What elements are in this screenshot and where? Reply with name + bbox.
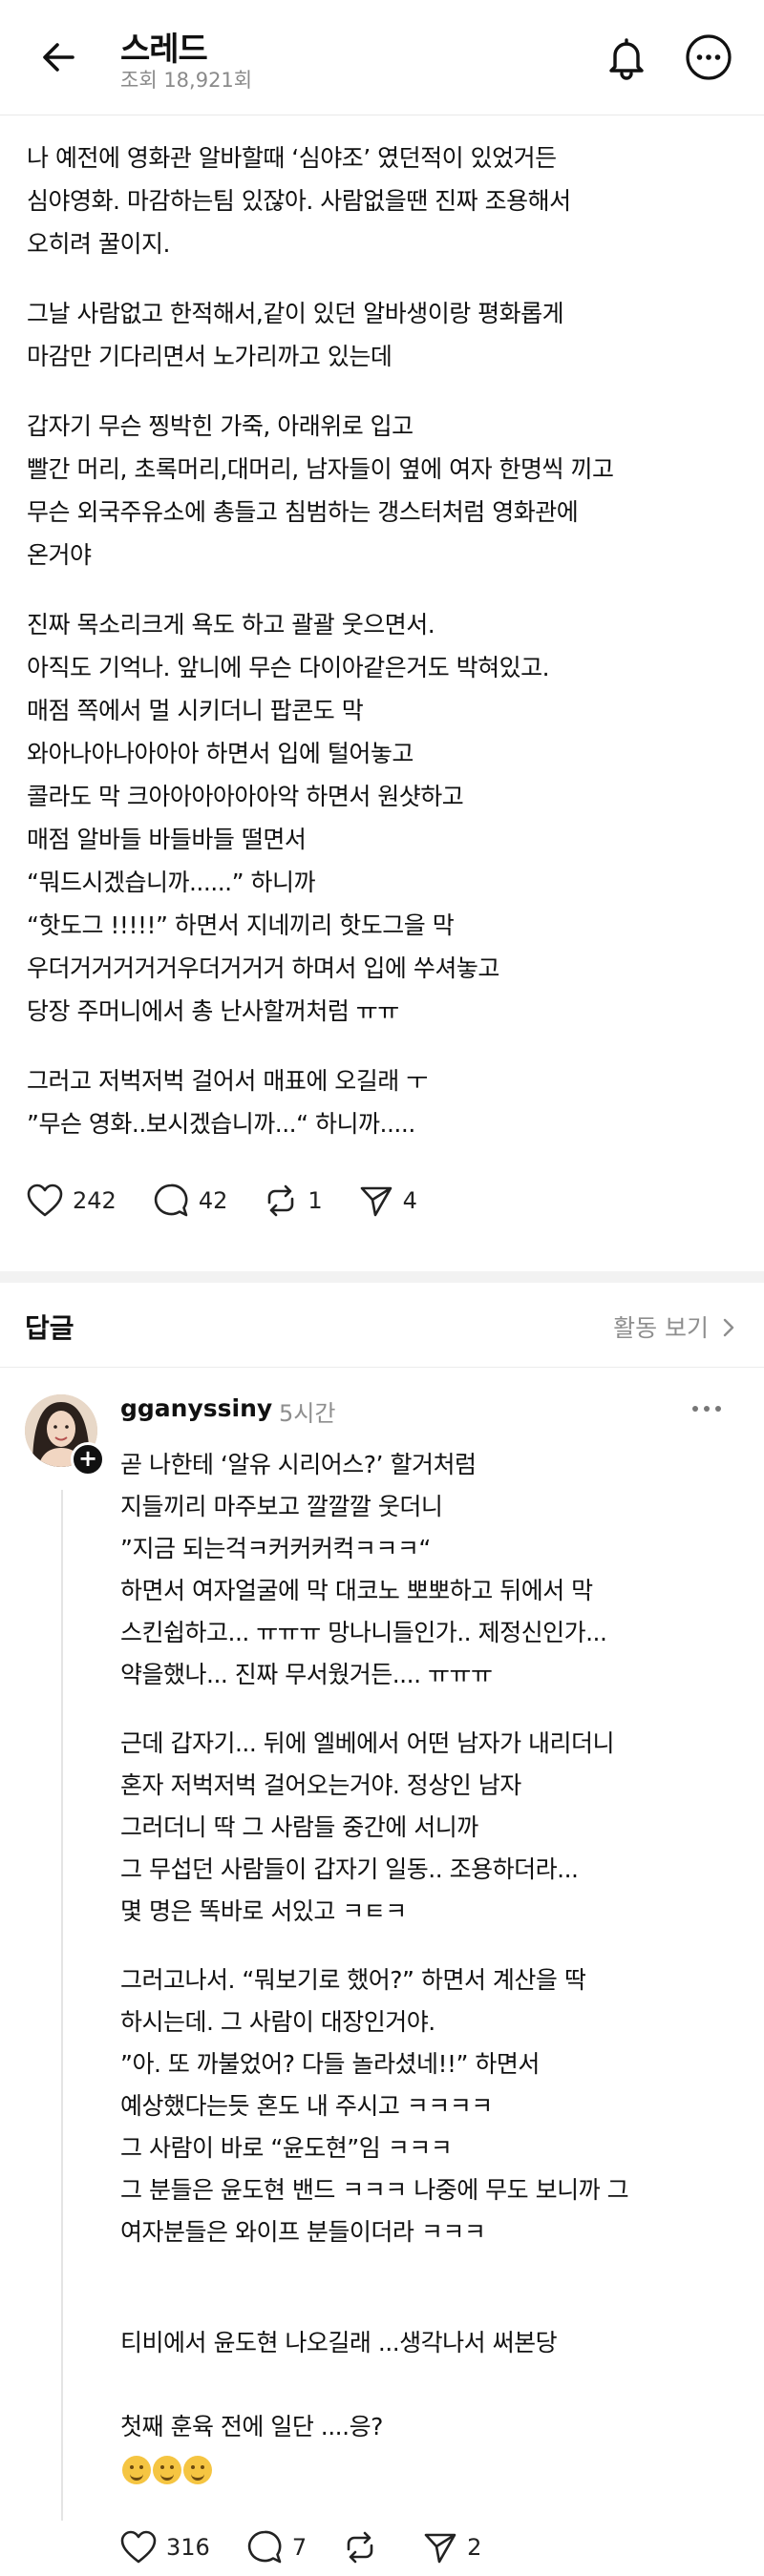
post-paragraph: 그러고 저벅저벅 걸어서 매표에 오길래 ㅜ ”무슨 영화..보시겠습니까...… [27, 1067, 428, 1138]
repost-icon [347, 2531, 373, 2564]
like-button[interactable]: 242 [27, 1183, 117, 1218]
thread-line [61, 1490, 63, 2521]
comment-more-button[interactable] [688, 1394, 726, 1423]
comment-button[interactable]: 42 [153, 1183, 228, 1219]
thread-header: 스레드 조회 18,921회 [0, 0, 764, 115]
arrow-left-icon [43, 43, 74, 72]
comment-share-count: 2 [467, 2534, 482, 2561]
send-icon [360, 1186, 392, 1217]
comment-count: 42 [198, 1187, 228, 1214]
comment-paragraph: 근데 갑자기... 뒤에 엘베에서 어떤 남자가 내리더니 혼자 저벅저벅 걸어… [120, 1729, 615, 1925]
comment-paragraph: 그러고나서. “뭐보기로 했어?” 하면서 계산을 딱 하시는데. 그 사람이 … [120, 1966, 629, 2246]
back-button[interactable] [38, 36, 80, 78]
reply-comment: + gganyssiny 5시간 곧 나한테 ‘알유 시리어스?’ 할거처럼 지… [0, 1368, 764, 2564]
avatar[interactable]: + [25, 1394, 105, 1476]
send-icon [424, 2533, 456, 2564]
comment-body: 곧 나한테 ‘알유 시리어스?’ 할거처럼 지들끼리 마주보고 깔깔깔 웃더니 … [120, 1444, 741, 2576]
smiling-face-icon [183, 2456, 212, 2484]
post-content: 나 예전에 영화관 알바할때 ‘심야조’ 였던적이 있었거든 심야영화. 마감하… [0, 115, 764, 1229]
comment-username[interactable]: gganyssiny [120, 1394, 272, 1422]
comment-paragraph-text: 티비에서 윤도현 나오길래 ...생각나서 써본당 [120, 2329, 558, 2356]
repost-button[interactable]: 1 [264, 1183, 323, 1218]
post-paragraph: 나 예전에 영화관 알바할때 ‘심야조’ 였던적이 있었거든 심야영화. 마감하… [27, 144, 571, 258]
repost-icon [268, 1184, 294, 1217]
smiling-face-icon [153, 2456, 181, 2484]
view-activity-label: 활동 보기 [613, 1314, 710, 1342]
post-paragraph: 갑자기 무슨 찡박힌 가죽, 아래위로 입고 빨간 머리, 초록머리,대머리, … [27, 412, 614, 569]
chevron-right-icon [723, 1318, 734, 1337]
more-options-button[interactable] [684, 32, 733, 82]
comment-like-button[interactable]: 316 [120, 2530, 210, 2565]
comment-reply-button[interactable]: 7 [246, 2529, 307, 2566]
repost-count: 1 [308, 1187, 323, 1214]
view-count: 조회 18,921회 [120, 69, 253, 92]
page-title: 스레드 [120, 31, 208, 69]
ellipsis-icon [692, 1406, 721, 1412]
smiling-face-icon [122, 2456, 151, 2484]
post-paragraph: 그날 사람없고 한적해서,같이 있던 알바생이랑 평화롭게 마감만 기다리면서 … [27, 300, 564, 370]
share-count: 4 [402, 1187, 417, 1214]
bell-icon [609, 38, 644, 80]
more-circle-icon [686, 34, 732, 80]
comment-reply-count: 7 [291, 2534, 308, 2561]
replies-title: 답글 [25, 1312, 74, 1344]
replies-header: 답글 활동 보기 [0, 1283, 764, 1368]
comment-bubble-icon [154, 1183, 188, 1217]
comment-paragraph: 곧 나한테 ‘알유 시리어스?’ 할거처럼 지들끼리 마주보고 깔깔깔 웃더니 … [120, 1451, 607, 1688]
comment-time: 5시간 [279, 1400, 336, 1427]
share-button[interactable]: 4 [359, 1183, 417, 1218]
comment-actions: 316 7 2 [120, 2519, 741, 2576]
comment-last-line: 첫째 훈육 전에 일단 ....응? [120, 2413, 383, 2440]
comment-bubble-icon [247, 2530, 282, 2564]
comment-like-count: 316 [166, 2534, 210, 2561]
comment-paragraph: 티비에서 윤도현 나오길래 ...생각나서 써본당 첫째 훈육 전에 일단 ..… [120, 2280, 741, 2490]
post-actions: 242 42 1 4 [27, 1172, 737, 1229]
view-activity-link[interactable]: 활동 보기 [613, 1309, 735, 1344]
like-count: 242 [73, 1187, 117, 1214]
follow-plus-button[interactable]: + [71, 1442, 105, 1476]
heart-icon [120, 2530, 157, 2564]
notification-button[interactable] [602, 32, 651, 82]
post-paragraph: 진짜 목소리크게 욕도 하고 괄괄 웃으면서. 아직도 기억나. 앞니에 무슨 … [27, 611, 550, 1025]
heart-icon [27, 1183, 63, 1217]
section-divider [0, 1271, 764, 1283]
comment-repost-button[interactable] [343, 2530, 387, 2565]
comment-share-button[interactable]: 2 [423, 2530, 481, 2565]
